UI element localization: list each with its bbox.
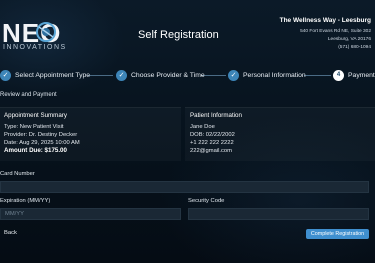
- patient-info-title: Patient Information: [190, 112, 242, 119]
- step-payment[interactable]: 4 Payment: [333, 68, 375, 82]
- patient-name: Jane Doe: [190, 124, 215, 130]
- step-label: Choose Provider & Time: [131, 71, 205, 79]
- check-icon: ✓: [116, 69, 127, 81]
- brand-logo: NEO INNOVATIONS: [0, 18, 65, 54]
- step-personal-information[interactable]: ✓ Personal Information: [228, 68, 306, 82]
- check-icon: ✓: [0, 69, 11, 81]
- patient-dob: DOB: 02/22/2002: [190, 132, 235, 138]
- clinic-address-line2: Leesburg, VA 20176: [327, 37, 371, 42]
- appointment-provider: Provider: Dr. Destiny Decker: [4, 132, 78, 138]
- step-number-badge: 4: [333, 69, 344, 81]
- step-choose-provider[interactable]: ✓ Choose Provider & Time: [116, 68, 205, 82]
- clinic-info: The Wellness Way - Leesburg 540 Fort Eva…: [280, 17, 371, 52]
- progress-steps: ✓ Select Appointment Type ✓ Choose Provi…: [0, 68, 375, 82]
- logo-mark-icon: [36, 22, 56, 42]
- complete-registration-button[interactable]: Complete Registration: [306, 229, 369, 239]
- check-icon: ✓: [228, 69, 239, 81]
- security-code-label: Security Code: [188, 198, 225, 204]
- appointment-summary-panel: Appointment Summary Type: New Patient Vi…: [0, 107, 181, 161]
- appointment-summary-title: Appointment Summary: [4, 112, 67, 119]
- patient-email: 222@gmail.com: [190, 148, 232, 154]
- step-label: Personal Information: [243, 71, 306, 79]
- step-label: Select Appointment Type: [15, 71, 91, 79]
- appointment-type: Type: New Patient Visit: [4, 124, 64, 130]
- section-title: Review and Payment: [0, 92, 57, 98]
- step-label: Payment: [348, 71, 375, 79]
- amount-due: Amount Due: $175.00: [4, 147, 67, 154]
- patient-info-panel: Patient Information Jane Doe DOB: 02/22/…: [185, 107, 375, 161]
- card-number-input[interactable]: [0, 181, 369, 193]
- security-code-input[interactable]: [188, 208, 369, 220]
- back-button[interactable]: Back: [4, 230, 17, 236]
- step-connector: [304, 75, 331, 76]
- logo-sub-text: INNOVATIONS: [3, 44, 67, 51]
- page-title: Self Registration: [138, 29, 219, 41]
- expiration-input[interactable]: MM/YY: [0, 208, 181, 220]
- clinic-phone: (571) 680-1094: [338, 45, 371, 50]
- step-connector: [88, 75, 113, 76]
- step-select-appointment[interactable]: ✓ Select Appointment Type: [0, 68, 90, 82]
- clinic-name: The Wellness Way - Leesburg: [279, 17, 371, 24]
- card-number-label: Card Number: [0, 171, 35, 177]
- expiration-label: Expiration (MM/YY): [0, 198, 51, 204]
- clinic-address-line1: 540 Fort Evans Rd NE, Suite 302: [300, 29, 371, 34]
- appointment-date: Date: Aug 29, 2025 10:00 AM: [4, 140, 80, 146]
- patient-phone: +1 222 222 2222: [190, 140, 234, 146]
- header-bar: NEO INNOVATIONS Self Registration The We…: [0, 0, 375, 64]
